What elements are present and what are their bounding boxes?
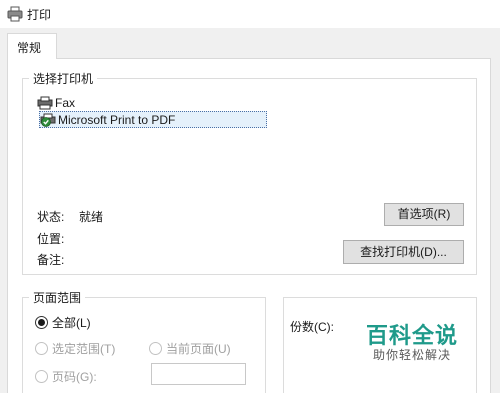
copies-label: 份数(C): <box>290 320 334 334</box>
pages-input[interactable] <box>151 363 246 385</box>
status-label: 状态: <box>37 210 65 224</box>
printer-item-pdf[interactable]: Microsoft Print to PDF <box>39 111 267 128</box>
radio-selection-label: 选定范围(T) <box>52 342 116 356</box>
fax-printer-icon <box>37 96 53 110</box>
radio-current-page[interactable]: 当前页面(U) <box>149 340 231 357</box>
radio-pages[interactable]: 页码(G): <box>35 368 97 385</box>
radio-pages-circle[interactable] <box>35 370 48 383</box>
radio-all-circle[interactable] <box>35 316 48 329</box>
tab-general[interactable]: 常规 <box>7 33 57 59</box>
printer-name-fax: Fax <box>55 95 76 110</box>
status-value: 就绪 <box>79 210 104 224</box>
radio-selection[interactable]: 选定范围(T) <box>35 340 115 357</box>
select-printer-legend: 选择打印机 <box>29 70 98 87</box>
radio-all[interactable]: 全部(L) <box>35 314 91 331</box>
page-range-legend: 页面范围 <box>29 289 86 306</box>
title-bar: 打印 <box>0 0 500 28</box>
radio-pages-label: 页码(G): <box>52 370 97 384</box>
find-printer-button[interactable]: 查找打印机(D)... <box>343 240 464 264</box>
location-label: 位置: <box>37 232 65 246</box>
printer-item-fax[interactable]: Fax <box>37 94 75 111</box>
comment-label: 备注: <box>37 253 65 267</box>
radio-all-label: 全部(L) <box>52 316 91 330</box>
printer-list[interactable]: Fax Microsoft Print to PDF <box>37 92 267 132</box>
radio-current-page-label: 当前页面(U) <box>166 342 231 356</box>
default-printer-icon <box>40 113 56 127</box>
preferences-button[interactable]: 首选项(R) <box>384 203 464 226</box>
window-title: 打印 <box>27 8 52 22</box>
watermark-tagline: 助你轻松解决 <box>373 348 452 362</box>
radio-current-page-circle[interactable] <box>149 342 162 355</box>
tab-general-label: 常规 <box>17 41 42 55</box>
printer-name-pdf: Microsoft Print to PDF <box>58 112 176 127</box>
printer-icon <box>7 6 23 22</box>
radio-selection-circle[interactable] <box>35 342 48 355</box>
